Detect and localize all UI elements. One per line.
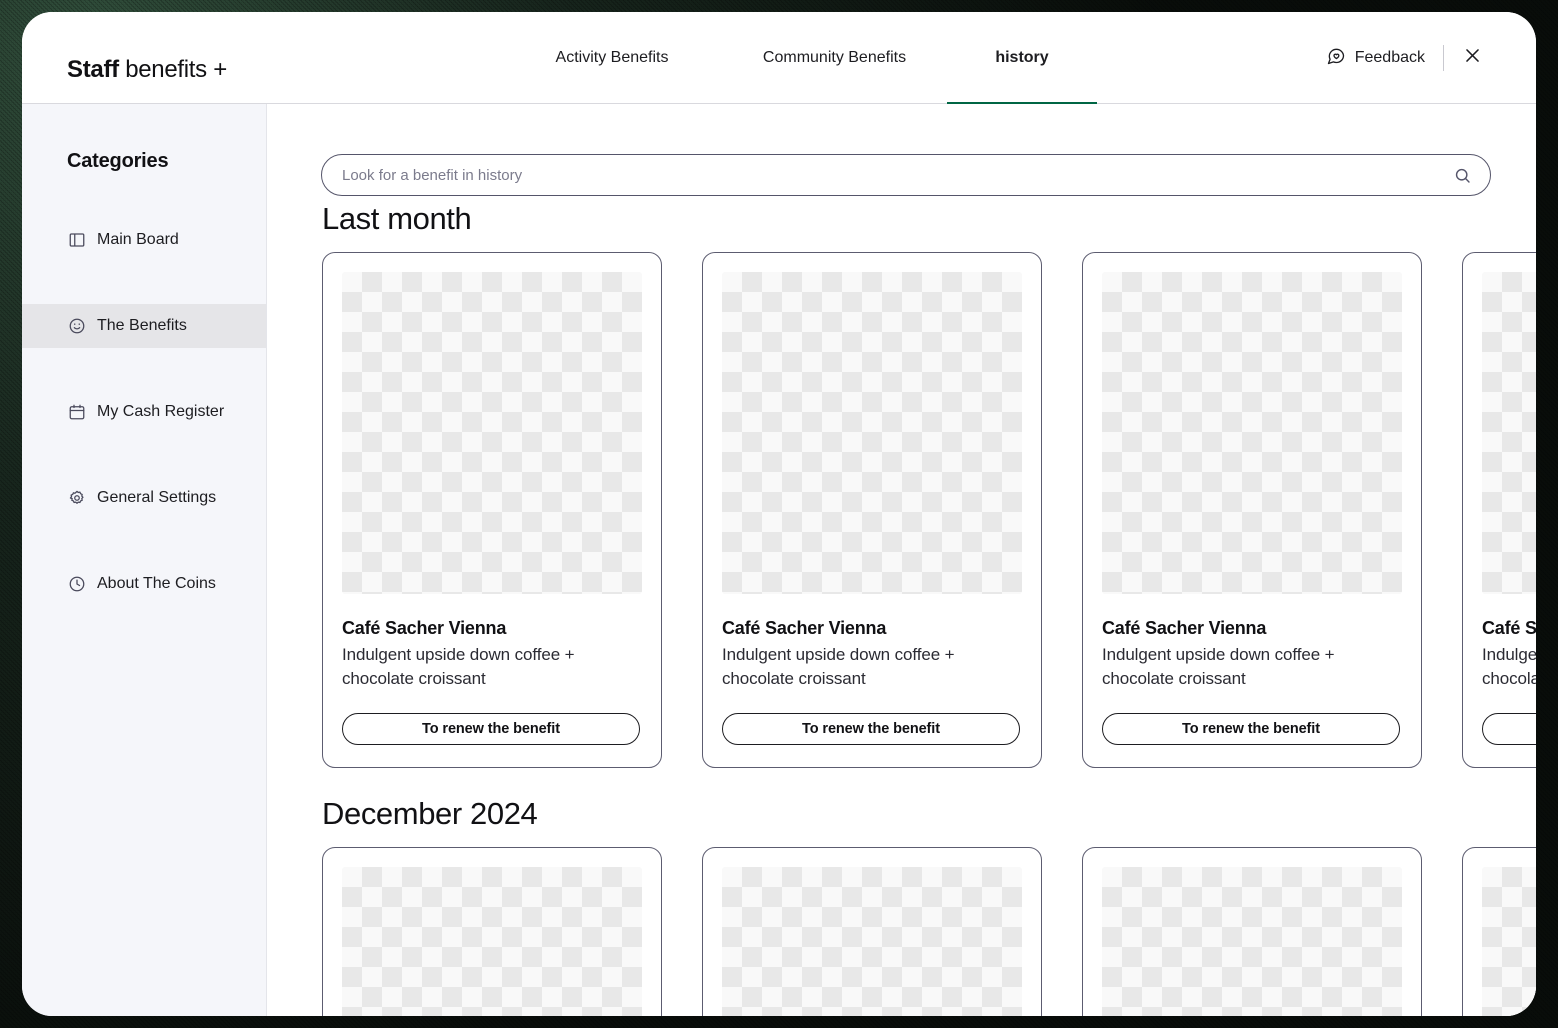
card-row-december-2024: Café Sacher Vienna Indulgent upside down…	[322, 847, 1536, 1016]
benefit-description: Indulgent upside down coffee + chocolate…	[722, 645, 955, 688]
search-input[interactable]	[342, 166, 1453, 184]
main-navigation: Activity Benefits Community Benefits his…	[502, 12, 1097, 105]
sidebar-item-my-cash-register-label: My Cash Register	[97, 403, 225, 420]
benefit-card[interactable]: Café Sacher Vienna Indulgent upside down…	[1462, 847, 1536, 1016]
feedback-button[interactable]: Feedback	[1326, 46, 1443, 71]
benefit-card[interactable]: Café Sacher Vienna Indulgent upside down…	[702, 252, 1042, 768]
search-bar[interactable]	[321, 154, 1491, 196]
benefit-card[interactable]: Café Sacher Vienna Indulgent upside down…	[1082, 252, 1422, 768]
tab-activity-benefits-label: Activity Benefits	[555, 49, 669, 66]
sidebar-item-general-settings[interactable]: General Settings	[22, 476, 266, 520]
benefit-title: Café Sacher Vienna	[722, 618, 887, 638]
sidebar-item-about-the-coins[interactable]: About The Coins	[22, 562, 266, 606]
renew-benefit-button[interactable]: To renew the benefit	[342, 713, 640, 745]
section-title-december-2024: December 2024	[322, 796, 538, 831]
search-icon[interactable]	[1453, 166, 1472, 185]
sidebar-item-main-board[interactable]: Main Board	[22, 218, 266, 262]
tab-history[interactable]: history	[947, 12, 1097, 105]
benefit-image-placeholder	[722, 272, 1022, 594]
benefit-image-placeholder	[1102, 867, 1402, 1016]
benefit-title: Café Sacher Vienna	[342, 618, 507, 638]
benefit-image-placeholder	[722, 867, 1022, 1016]
benefit-image-placeholder	[1482, 867, 1536, 1016]
sidebar-title: Categories	[67, 150, 169, 172]
benefit-description: Indulgent upside down coffee + chocolate…	[1102, 645, 1335, 688]
app-window: Staff benefits + Activity Benefits Commu…	[22, 12, 1536, 1016]
tab-community-benefits-label: Community Benefits	[762, 49, 907, 66]
close-button[interactable]	[1450, 36, 1494, 80]
sidebar: Categories Main Board The Benefits My Ca…	[22, 104, 267, 1016]
feedback-label: Feedback	[1354, 49, 1425, 66]
sidebar-item-general-settings-label: General Settings	[97, 489, 217, 506]
benefit-image-placeholder	[1102, 272, 1402, 594]
benefit-card[interactable]: Café Sacher Vienna Indulgent upside down…	[1462, 252, 1536, 768]
sidebar-item-my-cash-register[interactable]: My Cash Register	[22, 390, 266, 434]
main-content: Last month Café Sacher Vienna Indulgent …	[268, 104, 1536, 1016]
card-row-last-month: Café Sacher Vienna Indulgent upside down…	[322, 252, 1536, 768]
renew-benefit-button[interactable]: To renew the benefit	[1482, 713, 1536, 745]
benefit-image-placeholder	[1482, 272, 1536, 594]
sidebar-item-about-the-coins-label: About The Coins	[97, 575, 216, 592]
benefit-card[interactable]: Café Sacher Vienna Indulgent upside down…	[322, 847, 662, 1016]
logo-regular-text: benefits +	[118, 56, 227, 83]
benefit-description: Indulgent upside down coffee + chocolate…	[342, 645, 575, 688]
gear-icon	[67, 489, 86, 508]
benefit-card[interactable]: Café Sacher Vienna Indulgent upside down…	[702, 847, 1042, 1016]
sidebar-menu: Main Board The Benefits My Cash Register…	[22, 218, 266, 648]
sidebar-item-the-benefits[interactable]: The Benefits	[22, 304, 266, 348]
logo-bold-text: Staff	[67, 56, 119, 83]
sidebar-item-main-board-label: Main Board	[97, 231, 179, 248]
tab-history-label: history	[995, 49, 1049, 66]
benefit-title: Café Sacher Vienna	[1482, 618, 1536, 638]
sidebar-item-the-benefits-label: The Benefits	[97, 317, 187, 334]
app-header: Staff benefits + Activity Benefits Commu…	[22, 12, 1536, 105]
smiley-icon	[67, 317, 86, 336]
clock-icon	[67, 575, 86, 594]
benefit-description: Indulgent upside down coffee + chocolate…	[1482, 645, 1536, 688]
benefit-card[interactable]: Café Sacher Vienna Indulgent upside down…	[1082, 847, 1422, 1016]
header-actions: Feedback	[1326, 12, 1494, 104]
tab-community-benefits[interactable]: Community Benefits	[722, 12, 947, 104]
chat-heart-icon	[1326, 46, 1346, 71]
benefit-image-placeholder	[342, 867, 642, 1016]
renew-benefit-button[interactable]: To renew the benefit	[1102, 713, 1400, 745]
renew-benefit-button[interactable]: To renew the benefit	[722, 713, 1020, 745]
benefit-title: Café Sacher Vienna	[1102, 618, 1267, 638]
layout-panel-icon	[67, 231, 86, 250]
tab-activity-benefits[interactable]: Activity Benefits	[502, 12, 722, 104]
benefit-image-placeholder	[342, 272, 642, 594]
section-title-last-month: Last month	[322, 201, 472, 236]
close-icon	[1463, 46, 1482, 70]
calendar-icon	[67, 403, 86, 422]
app-logo[interactable]: Staff benefits +	[67, 56, 227, 84]
header-divider	[1443, 45, 1444, 71]
benefit-card[interactable]: Café Sacher Vienna Indulgent upside down…	[322, 252, 662, 768]
